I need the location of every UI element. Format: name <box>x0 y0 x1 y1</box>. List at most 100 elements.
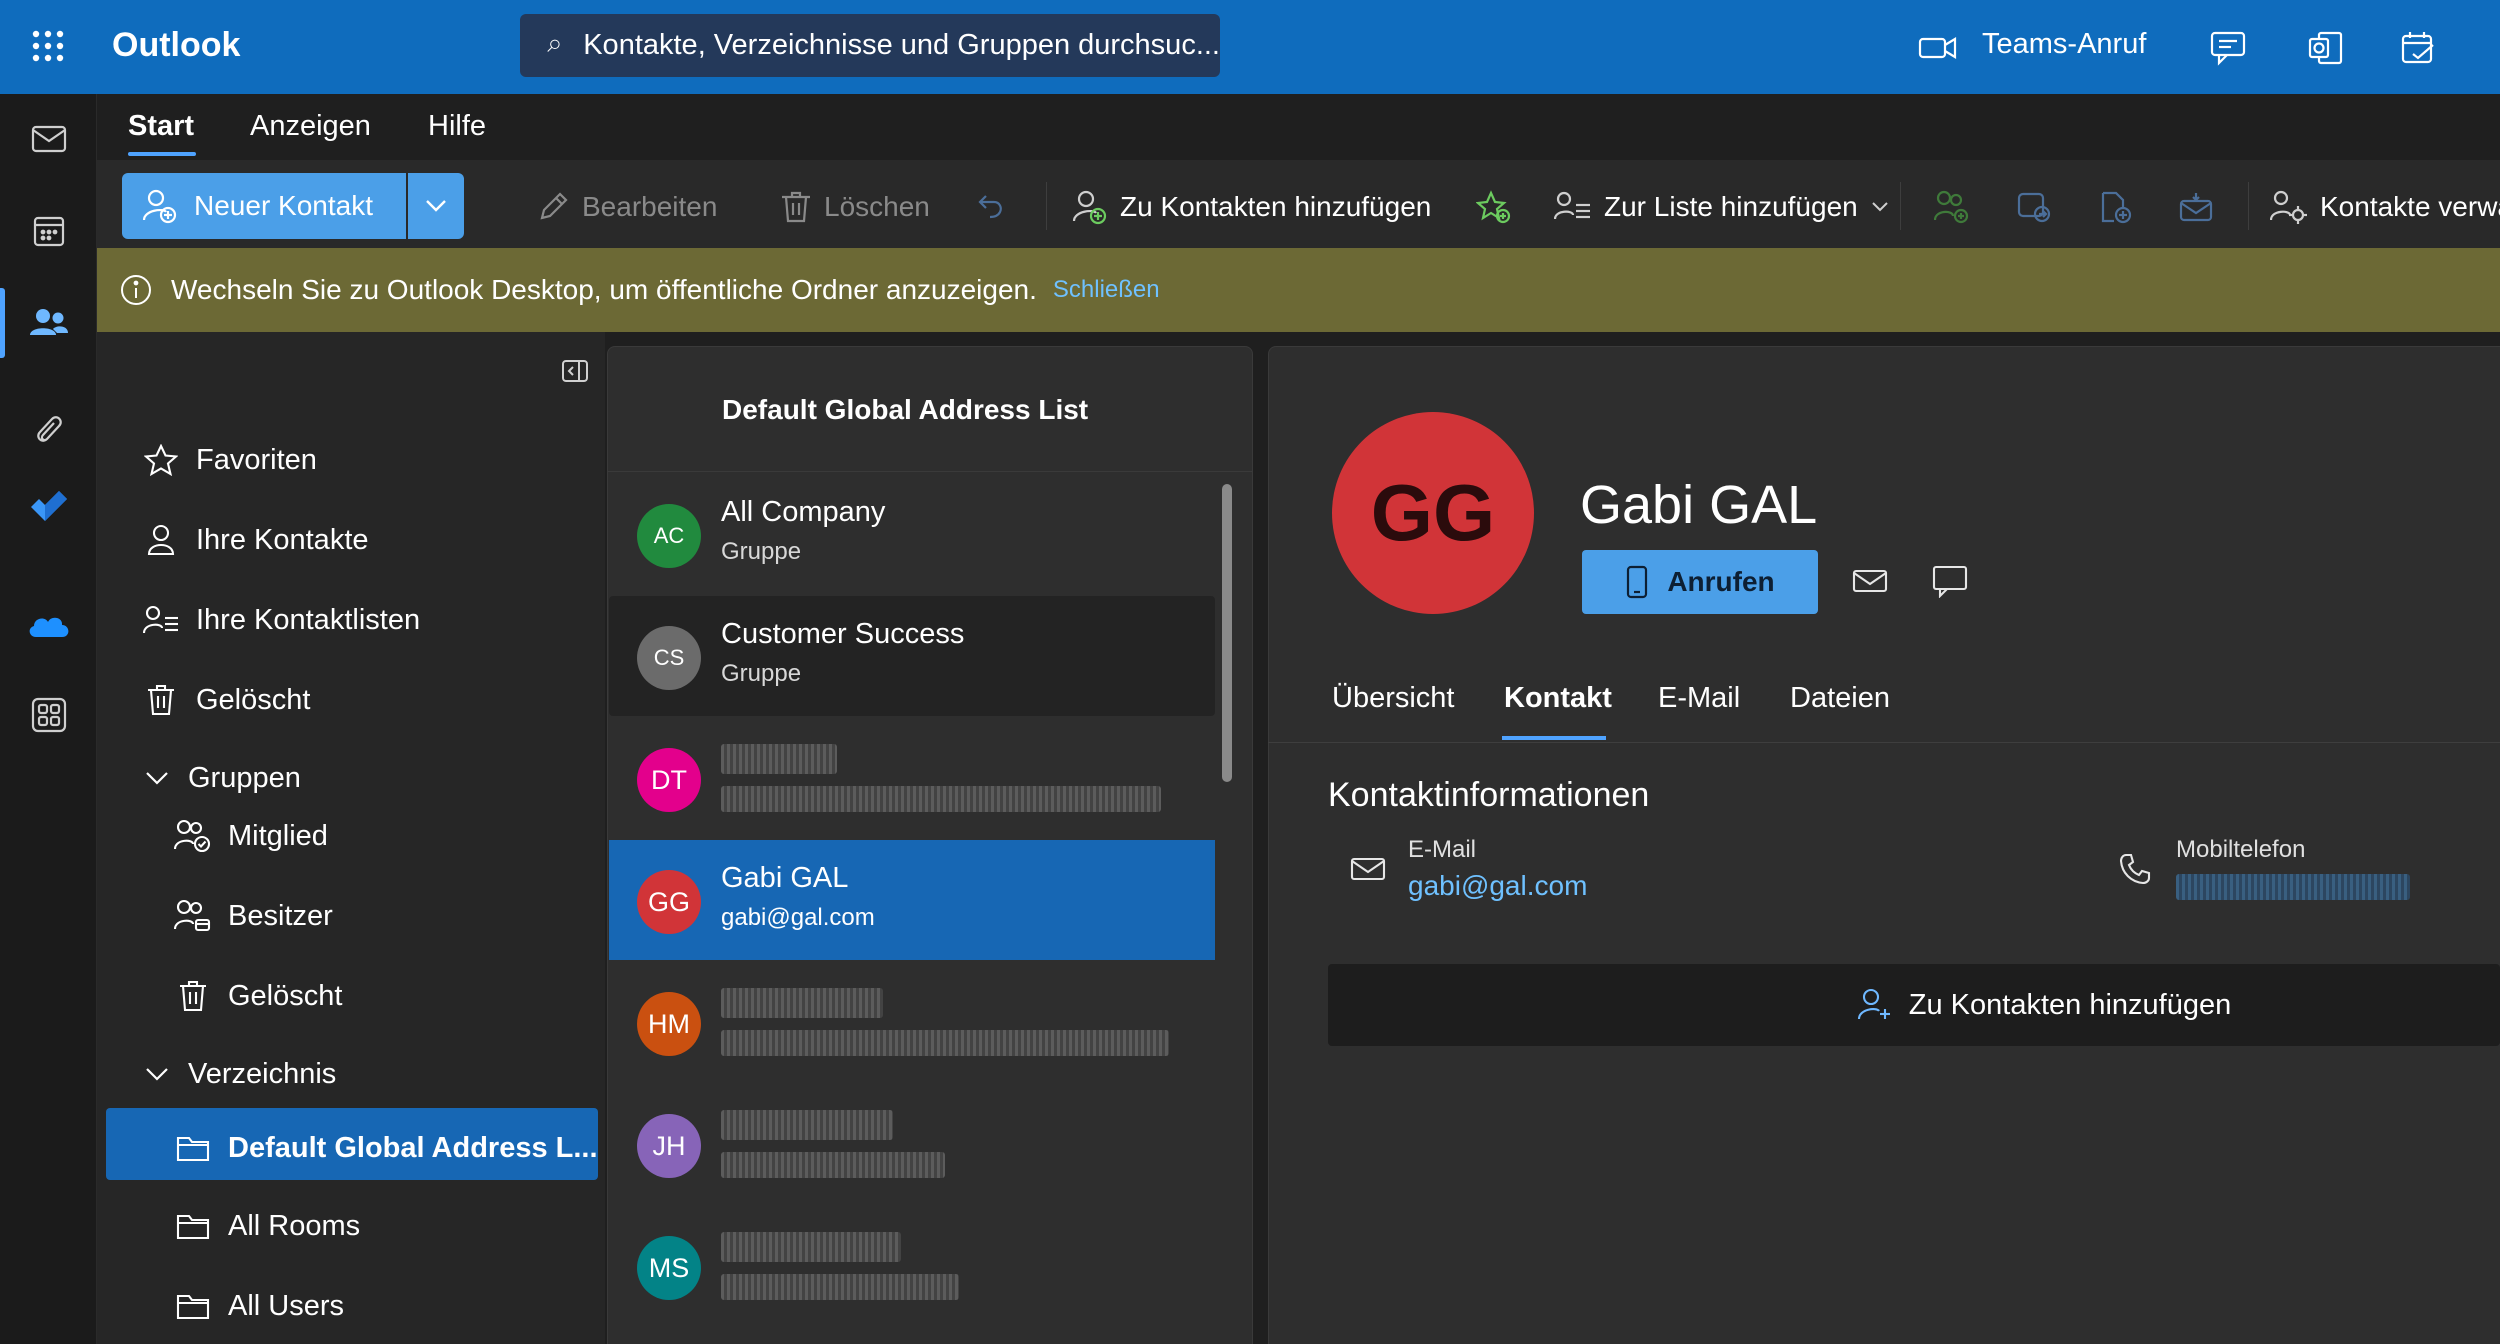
new-contact-button[interactable]: Neuer Kontakt <box>122 173 406 239</box>
app-title[interactable]: Outlook <box>112 26 240 65</box>
delete-button[interactable]: Löschen <box>780 184 930 230</box>
mobile-label: Mobiltelefon <box>2176 836 2306 863</box>
contact-name: Gabi GAL <box>1580 475 1818 535</box>
call-button[interactable]: Anrufen <box>1582 550 1818 614</box>
video-call-icon[interactable] <box>1914 24 1962 72</box>
chat-feedback-icon[interactable] <box>2204 24 2252 72</box>
tab-view[interactable]: Anzeigen <box>250 110 371 143</box>
nav-favorites-label: Favoriten <box>196 443 317 476</box>
nav-groups-toggle[interactable]: Gruppen <box>140 748 301 808</box>
nav-member-label: Mitglied <box>228 819 328 852</box>
list-title: Default Global Address List <box>722 394 1089 425</box>
nav-your-contacts[interactable]: Ihre Kontakte <box>140 510 369 570</box>
list-item[interactable]: JH <box>609 1084 1215 1204</box>
delete-label: Löschen <box>824 191 930 222</box>
outlook-app-icon[interactable] <box>2302 24 2350 72</box>
nav-groups-deleted[interactable]: Gelöscht <box>172 966 342 1026</box>
share-contact-icon[interactable] <box>2016 184 2052 230</box>
add-to-contacts-label: Zu Kontakten hinzufügen <box>1908 988 2232 1021</box>
todo-icon[interactable] <box>0 472 97 542</box>
redacted-phone[interactable] <box>2176 874 2410 900</box>
new-contact-dropdown[interactable] <box>408 173 464 239</box>
search-icon <box>547 39 560 52</box>
avatar: MS <box>637 1236 701 1300</box>
add-to-list-button[interactable]: Zur Liste hinzufügen <box>1554 184 1888 230</box>
nav-directory-toggle[interactable]: Verzeichnis <box>140 1044 336 1104</box>
list-item[interactable]: CS Customer Success Gruppe <box>609 596 1215 716</box>
list-item[interactable]: MS <box>609 1206 1215 1326</box>
nav-all-rooms[interactable]: All Rooms <box>172 1196 360 1256</box>
contact-info-title: Kontaktinformationen <box>1328 776 1650 814</box>
nav-gal[interactable]: Default Global Address L... <box>172 1118 598 1178</box>
nav-member[interactable]: Mitglied <box>172 806 328 866</box>
tab-email[interactable]: E-Mail <box>1658 682 1740 715</box>
people-icon[interactable] <box>0 288 97 358</box>
tab-overview[interactable]: Übersicht <box>1332 682 1455 715</box>
active-tab-indicator <box>128 152 196 156</box>
add-to-contacts-button[interactable]: Zu Kontakten hinzufügen <box>1072 184 1431 230</box>
add-person-icon <box>1072 190 1107 225</box>
add-favorite-icon[interactable] <box>1476 184 1512 230</box>
send-email-icon[interactable] <box>2178 184 2214 230</box>
nav-directory-label: Verzeichnis <box>188 1057 337 1090</box>
add-to-contacts-label: Zu Kontakten hinzufügen <box>1120 191 1432 222</box>
avatar: JH <box>637 1114 701 1178</box>
info-message: Wechseln Sie zu Outlook Desktop, um öffe… <box>171 274 1037 305</box>
nav-gal-label: Default Global Address L... <box>228 1131 598 1164</box>
chevron-down-icon <box>146 1068 168 1081</box>
app-launcher-icon[interactable] <box>24 22 72 70</box>
tab-contact[interactable]: Kontakt <box>1504 682 1612 715</box>
mail-icon[interactable] <box>0 104 97 174</box>
nav-favorites[interactable]: Favoriten <box>140 430 317 490</box>
avatar: GG <box>637 870 701 934</box>
list-item[interactable]: HM <box>609 962 1215 1082</box>
info-close-link[interactable]: Schließen <box>1053 276 1160 304</box>
list-scrollbar[interactable] <box>1222 484 1232 782</box>
list-item-selected[interactable]: GG Gabi GAL gabi@gal.com <box>609 840 1215 960</box>
add-member-icon[interactable] <box>1934 184 1970 230</box>
new-contact-label: Neuer Kontakt <box>194 190 373 221</box>
list-item[interactable]: DT <box>609 718 1215 838</box>
collapse-pane-icon[interactable] <box>560 356 590 386</box>
redacted-name <box>721 988 883 1018</box>
nav-all-users[interactable]: All Users <box>172 1276 344 1336</box>
tab-files[interactable]: Dateien <box>1790 682 1890 715</box>
add-to-file-icon[interactable] <box>2098 184 2132 230</box>
trash-icon <box>180 980 206 1012</box>
toolbar-divider <box>1900 182 1901 230</box>
list-item[interactable]: AC All Company Gruppe <box>609 474 1215 594</box>
nav-owner[interactable]: Besitzer <box>172 886 333 946</box>
my-day-icon[interactable] <box>2394 24 2442 72</box>
undo-icon[interactable] <box>976 184 1006 230</box>
redacted-name <box>721 744 837 774</box>
nav-deleted[interactable]: Gelöscht <box>140 670 310 730</box>
people-check-icon <box>174 819 211 853</box>
onedrive-icon[interactable] <box>0 590 97 660</box>
people-list-icon <box>143 605 178 634</box>
avatar: HM <box>637 992 701 1056</box>
email-icon[interactable] <box>1852 566 1888 596</box>
phone-icon <box>2118 852 2152 886</box>
manage-contacts-button[interactable]: Kontakte verwa <box>2270 184 2500 230</box>
folder-icon <box>176 1214 210 1240</box>
mail-icon <box>1350 856 1386 882</box>
more-apps-icon[interactable] <box>0 680 97 750</box>
list-item-subtitle: Gruppe <box>721 660 802 687</box>
edit-button[interactable]: Bearbeiten <box>536 184 717 230</box>
email-link[interactable]: gabi@gal.com <box>1408 870 1587 902</box>
people-list-icon <box>1554 191 1590 220</box>
tab-help[interactable]: Hilfe <box>428 110 486 143</box>
toolbar-divider <box>2248 182 2249 230</box>
search-input[interactable]: Kontakte, Verzeichnisse und Gruppen durc… <box>520 14 1220 77</box>
teams-call-button[interactable]: Teams-Anruf <box>1982 28 2146 61</box>
avatar: CS <box>637 626 701 690</box>
attachment-icon[interactable] <box>0 396 97 466</box>
calendar-icon[interactable] <box>0 196 97 266</box>
avatar: DT <box>637 748 701 812</box>
nav-all-users-label: All Users <box>228 1289 345 1322</box>
add-to-contacts-bar[interactable]: Zu Kontakten hinzufügen <box>1328 964 2500 1046</box>
chat-icon[interactable] <box>1932 564 1968 598</box>
tab-start[interactable]: Start <box>128 110 194 143</box>
nav-your-lists[interactable]: Ihre Kontaktlisten <box>140 590 420 650</box>
call-label: Anrufen <box>1667 566 1775 597</box>
